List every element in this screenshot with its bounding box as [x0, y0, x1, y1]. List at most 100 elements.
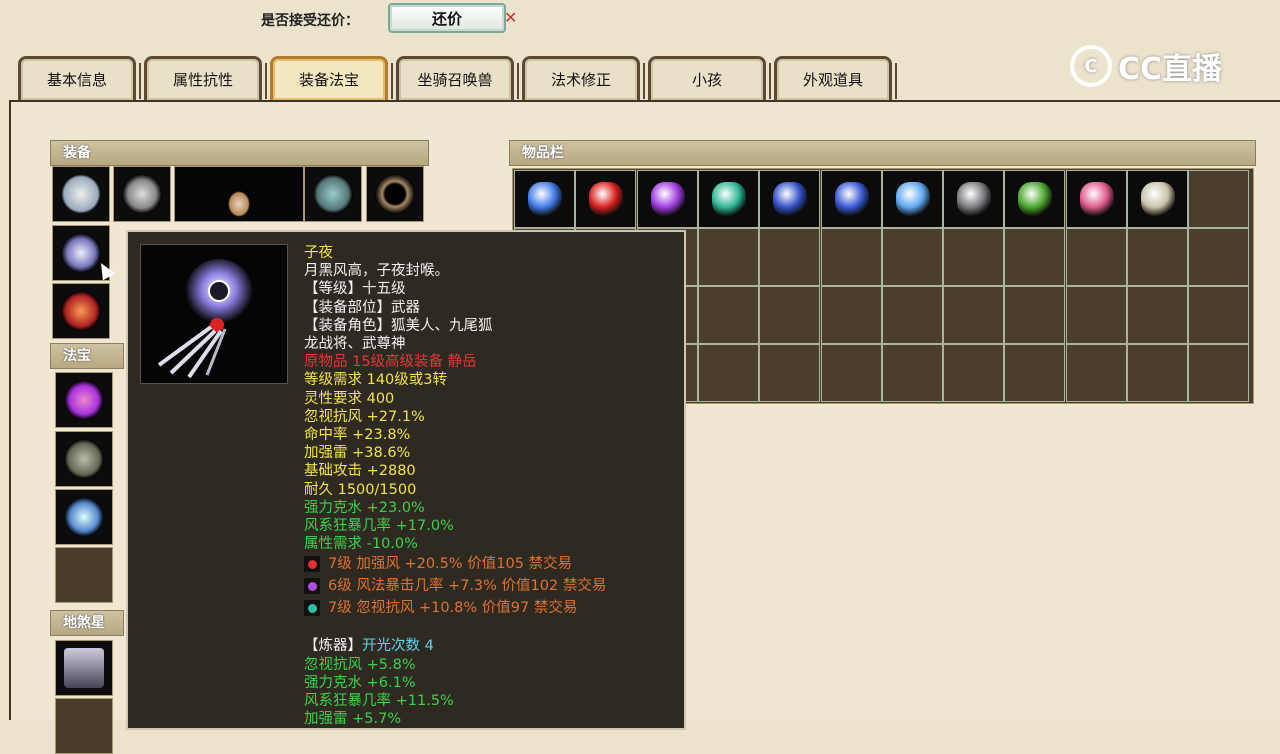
inventory-slot[interactable] [1127, 344, 1188, 402]
inventory-slot[interactable] [882, 228, 943, 286]
blue-robe-icon [834, 182, 869, 216]
gem-icon [304, 578, 320, 595]
fabao-slot-4[interactable] [55, 547, 113, 603]
inventory-slot[interactable] [514, 170, 575, 228]
cc-live-logo: C CC直播 [1070, 44, 1222, 88]
boots-icon [1140, 182, 1175, 216]
inventory-slot[interactable] [1066, 228, 1127, 286]
item-level: 【等级】十五级 [304, 281, 406, 298]
item-req-spirit: 灵性要求 400 [304, 390, 395, 407]
inventory-slot[interactable] [821, 228, 882, 286]
bargain-label: 是否接受还价： [261, 13, 359, 29]
inventory-slot[interactable] [943, 170, 1004, 228]
red-tassel-icon [61, 291, 101, 331]
item-durability: 耐久 1500/1500 [304, 481, 417, 498]
equip-slot-armor[interactable] [52, 166, 110, 222]
blue-robe-icon [772, 182, 807, 216]
star-title: 地煞星 [50, 610, 124, 636]
item-bonus-stat: 风系狂暴几率 +17.0% [304, 518, 454, 535]
star-slot-1[interactable] [55, 640, 113, 696]
teal-gem-icon [711, 182, 746, 216]
green-wreath-icon [1017, 182, 1052, 216]
gem-text: 7级 加强风 +20.5% 价值105 禁交易 [328, 556, 573, 573]
white-armor-icon [61, 174, 101, 214]
equip-slot-hat[interactable] [304, 166, 362, 222]
inventory-slot[interactable] [759, 228, 820, 286]
inventory-slot[interactable] [637, 170, 698, 228]
inventory-slot[interactable] [698, 286, 759, 344]
close-icon[interactable]: ✕ [504, 8, 517, 27]
star-slot-2[interactable] [55, 698, 113, 754]
equip-slot-accessory[interactable] [52, 283, 110, 339]
inventory-slot[interactable] [943, 228, 1004, 286]
item-tooltip: 子夜 月黑风高，子夜封喉。 【等级】十五级 【装备部位】武器 【装备角色】狐美人… [126, 230, 686, 730]
item-description: 月黑风高，子夜封喉。 [304, 263, 449, 280]
inventory-slot[interactable] [943, 344, 1004, 402]
inventory-slot[interactable] [821, 170, 882, 228]
refine-stat: 加强雷 +5.7% [304, 711, 402, 728]
item-bonus-stat: 强力克水 +23.0% [304, 499, 425, 516]
inventory-slot[interactable] [1188, 228, 1249, 286]
inventory-slot[interactable] [698, 344, 759, 402]
tab-appearance[interactable]: 外观道具 [774, 56, 897, 100]
tab-spell-correction[interactable]: 法术修正 [522, 56, 645, 100]
gem-line: 7级 加强风 +20.5% 价值105 禁交易 [304, 553, 684, 575]
pink-necklace-icon [1079, 182, 1114, 216]
inventory-slot[interactable] [1004, 228, 1065, 286]
tab-basic-info[interactable]: 基本信息 [18, 56, 141, 100]
equipment-title: 装备 [50, 140, 429, 166]
inventory-slot[interactable] [1188, 344, 1249, 402]
refine-stat: 忽视抗风 +5.8% [304, 656, 416, 673]
bargain-button[interactable]: 还价 [388, 3, 506, 33]
refine-label: 【炼器】 [304, 638, 362, 655]
inventory-slot[interactable] [1066, 286, 1127, 344]
inventory-slot[interactable] [698, 170, 759, 228]
tab-child[interactable]: 小孩 [648, 56, 771, 100]
inventory-slot[interactable] [1127, 170, 1188, 228]
inventory-slot[interactable] [1004, 170, 1065, 228]
gem-icon [304, 556, 320, 573]
inventory-slot[interactable] [1066, 170, 1127, 228]
item-role: 【装备角色】狐美人、九尾狐 [304, 317, 493, 334]
fabao-slot-2[interactable] [55, 431, 113, 487]
inventory-slot[interactable] [821, 286, 882, 344]
inventory-slot[interactable] [882, 170, 943, 228]
bronze-ring-icon [375, 174, 415, 214]
gem-icon [304, 600, 320, 617]
inventory-slot[interactable] [1066, 344, 1127, 402]
inventory-slot[interactable] [1127, 286, 1188, 344]
ice-sword-icon [64, 497, 104, 537]
inventory-slot[interactable] [698, 228, 759, 286]
inventory-slot[interactable] [943, 286, 1004, 344]
inventory-slot[interactable] [1004, 286, 1065, 344]
tab-equipment[interactable]: 装备法宝 [270, 56, 393, 100]
inventory-slot[interactable] [759, 286, 820, 344]
inventory-slot[interactable] [882, 344, 943, 402]
inventory-slot[interactable] [575, 170, 636, 228]
logo-icon: C [1070, 45, 1112, 87]
item-image [140, 244, 288, 384]
inventory-slot[interactable] [1188, 286, 1249, 344]
scroll-icon [64, 439, 104, 479]
refine-header: 【炼器】开光次数 4 [304, 637, 684, 655]
purple-gem-icon [650, 182, 685, 216]
inventory-slot[interactable] [1127, 228, 1188, 286]
inventory-slot[interactable] [821, 344, 882, 402]
tab-attributes[interactable]: 属性抗性 [144, 56, 267, 100]
inventory-slot[interactable] [1004, 344, 1065, 402]
gem-text: 7级 忽视抗风 +10.8% 价值97 禁交易 [328, 600, 578, 617]
fabao-slot-3[interactable] [55, 489, 113, 545]
equip-slot-ring[interactable] [366, 166, 424, 222]
inventory-slot[interactable] [1188, 170, 1249, 228]
inventory-slot[interactable] [759, 170, 820, 228]
item-stat: 基础攻击 +2880 [304, 463, 416, 480]
item-stat: 命中率 +23.8% [304, 427, 411, 444]
item-bonus-stat: 属性需求 -10.0% [304, 536, 418, 553]
fabao-slot-1[interactable] [55, 372, 113, 428]
inventory-slot[interactable] [759, 344, 820, 402]
inventory-slot[interactable] [882, 286, 943, 344]
tab-mounts-pets[interactable]: 坐骑召唤兽 [396, 56, 519, 100]
silver-amulet-icon [122, 174, 162, 214]
equip-slot-necklace[interactable] [113, 166, 171, 222]
